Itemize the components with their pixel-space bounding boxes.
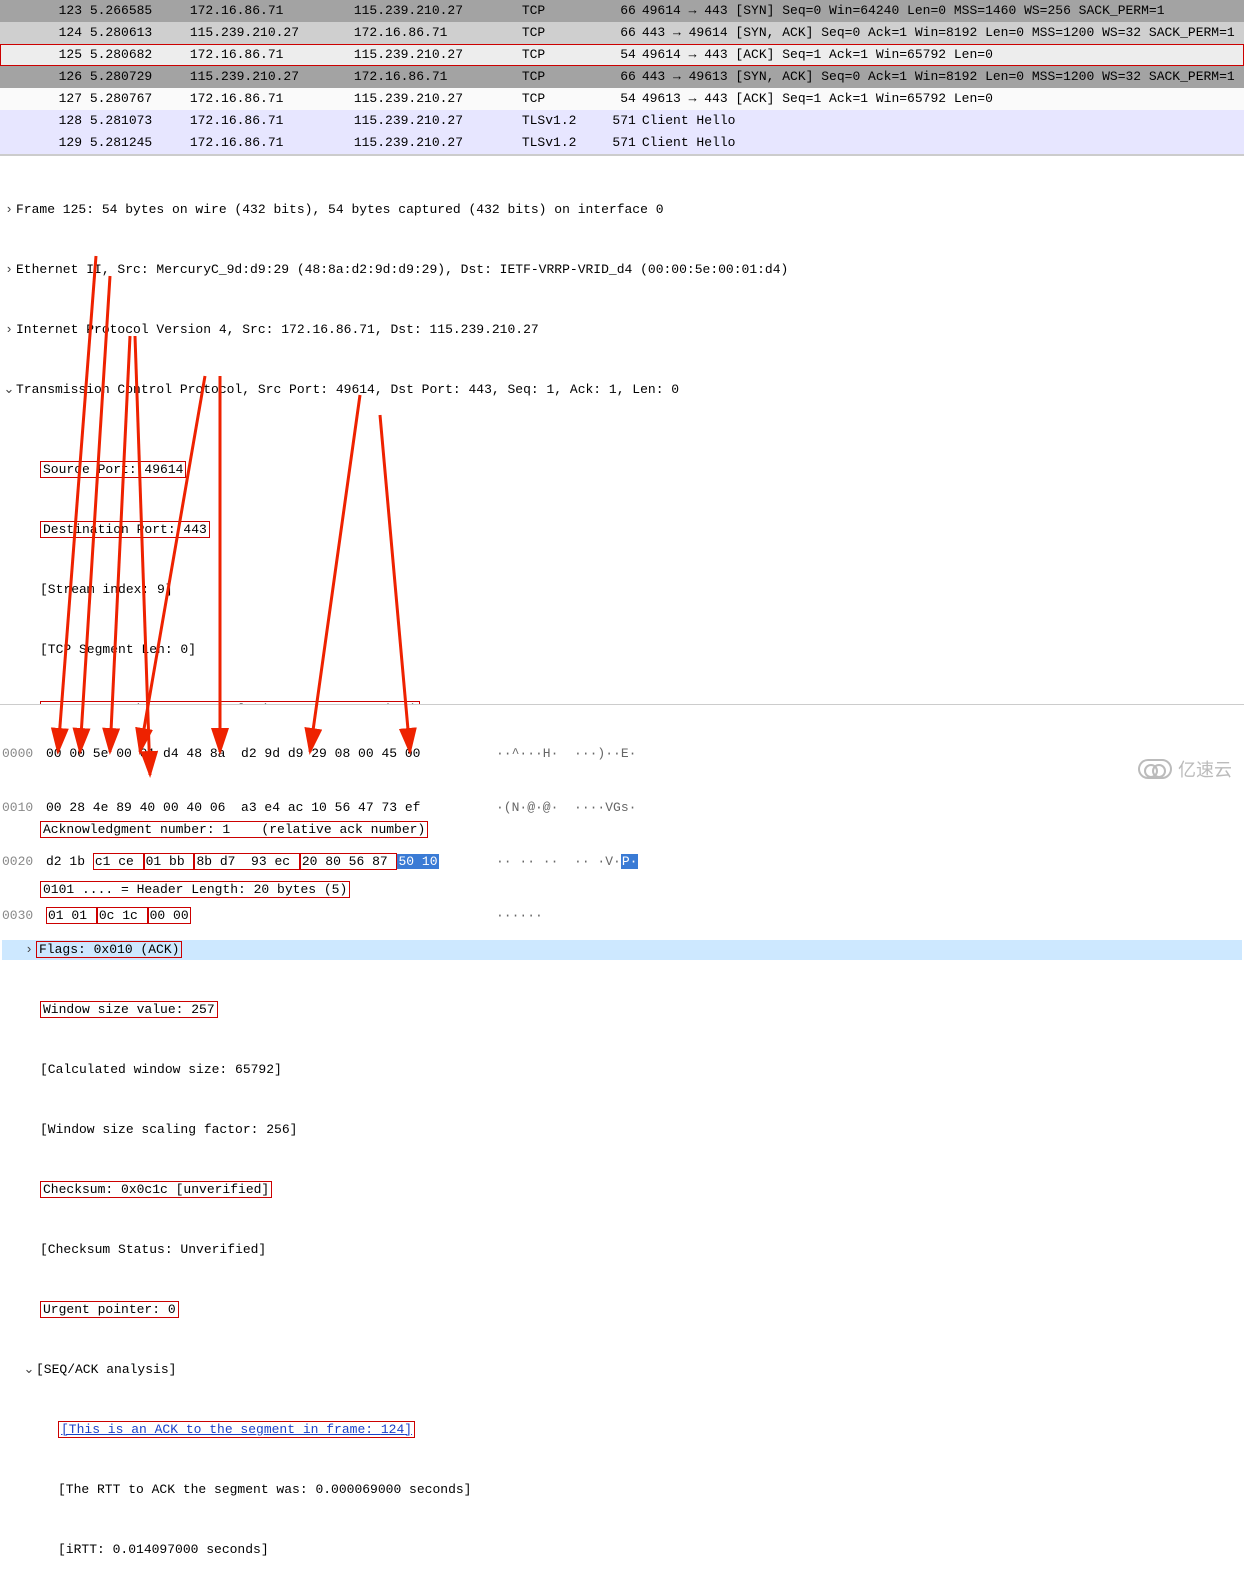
tcp-dst-port[interactable]: Destination Port: 443 <box>2 520 1242 540</box>
tcp-flags[interactable]: ›Flags: 0x010 (ACK) <box>2 940 1242 960</box>
ack-frame-link[interactable]: 124 <box>381 1422 404 1437</box>
expand-icon[interactable]: › <box>2 320 16 340</box>
watermark: 亿速云 <box>1138 756 1232 782</box>
col-src: 172.16.86.71 <box>190 2 354 20</box>
hex-row[interactable]: 001000 28 4e 89 40 00 40 06 a3 e4 ac 10 … <box>2 799 1242 817</box>
tcp-irtt[interactable]: [iRTT: 0.014097000 seconds] <box>2 1540 1242 1560</box>
tcp-checksum[interactable]: Checksum: 0x0c1c [unverified] <box>2 1180 1242 1200</box>
packet-row[interactable]: 128 5.281073172.16.86.71115.239.210.27TL… <box>0 110 1244 132</box>
packet-row[interactable]: 129 5.281245172.16.86.71115.239.210.27TL… <box>0 132 1244 154</box>
watermark-icon <box>1138 759 1172 779</box>
tcp-rtt[interactable]: [The RTT to ACK the segment was: 0.00006… <box>2 1480 1242 1500</box>
tree-tcp[interactable]: ⌄Transmission Control Protocol, Src Port… <box>2 380 1242 400</box>
tcp-win[interactable]: Window size value: 257 <box>2 1000 1242 1020</box>
hex-row[interactable]: 0020d2 1b c1 ce 01 bb 8b d7 93 ec 20 80 … <box>2 853 1242 871</box>
col-dst: 115.239.210.27 <box>354 2 522 20</box>
packet-details[interactable]: ›Frame 125: 54 bytes on wire (432 bits),… <box>0 155 1244 703</box>
hex-row[interactable]: 003001 01 0c 1c 00 00······ <box>2 907 1242 925</box>
tcp-src-port[interactable]: Source Port: 49614 <box>2 460 1242 480</box>
col-len: 66 <box>598 2 636 20</box>
collapse-icon[interactable]: ⌄ <box>22 1360 36 1380</box>
tcp-stream[interactable]: [Stream index: 9] <box>2 580 1242 600</box>
packet-row-selected[interactable]: 125 5.280682172.16.86.71115.239.210.27TC… <box>0 44 1244 66</box>
tcp-calcwin[interactable]: [Calculated window size: 65792] <box>2 1060 1242 1080</box>
col-no: 123 <box>44 2 82 20</box>
tcp-chkstat[interactable]: [Checksum Status: Unverified] <box>2 1240 1242 1260</box>
packet-row[interactable]: 124 5.280613115.239.210.27172.16.86.71TC… <box>0 22 1244 44</box>
tree-ethernet[interactable]: ›Ethernet II, Src: MercuryC_9d:d9:29 (48… <box>2 260 1242 280</box>
hex-row[interactable]: 000000 00 5e 00 01 d4 48 8a d2 9d d9 29 … <box>2 745 1242 763</box>
hex-pane[interactable]: 000000 00 5e 00 01 d4 48 8a d2 9d d9 29 … <box>0 704 1244 790</box>
tcp-winscale[interactable]: [Window size scaling factor: 256] <box>2 1120 1242 1140</box>
tcp-seqack[interactable]: ⌄[SEQ/ACK analysis] <box>2 1360 1242 1380</box>
tcp-hdrlen[interactable]: 0101 .... = Header Length: 20 bytes (5) <box>2 880 1242 900</box>
col-info: 49614 → 443 [SYN] Seq=0 Win=64240 Len=0 … <box>636 2 1244 20</box>
tcp-ack[interactable]: Acknowledgment number: 1 (relative ack n… <box>2 820 1242 840</box>
col-proto: TCP <box>522 2 598 20</box>
col-time: 5.266585 <box>90 2 190 20</box>
tree-frame[interactable]: ›Frame 125: 54 bytes on wire (432 bits),… <box>2 200 1242 220</box>
expand-icon[interactable]: › <box>2 260 16 280</box>
tcp-seglen[interactable]: [TCP Segment Len: 0] <box>2 640 1242 660</box>
collapse-icon[interactable]: ⌄ <box>2 380 16 400</box>
packet-list[interactable]: 123 5.266585172.16.86.71115.239.210.27TC… <box>0 0 1244 155</box>
packet-row[interactable]: 126 5.280729115.239.210.27172.16.86.71TC… <box>0 66 1244 88</box>
expand-icon[interactable]: › <box>22 940 36 960</box>
packet-row[interactable]: 127 5.280767172.16.86.71115.239.210.27TC… <box>0 88 1244 110</box>
packet-row[interactable]: 123 5.266585172.16.86.71115.239.210.27TC… <box>0 0 1244 22</box>
tree-ip[interactable]: ›Internet Protocol Version 4, Src: 172.1… <box>2 320 1242 340</box>
watermark-text: 亿速云 <box>1178 756 1232 782</box>
expand-icon[interactable]: › <box>2 200 16 220</box>
tcp-urg[interactable]: Urgent pointer: 0 <box>2 1300 1242 1320</box>
tcp-ackto[interactable]: [This is an ACK to the segment in frame:… <box>2 1420 1242 1440</box>
